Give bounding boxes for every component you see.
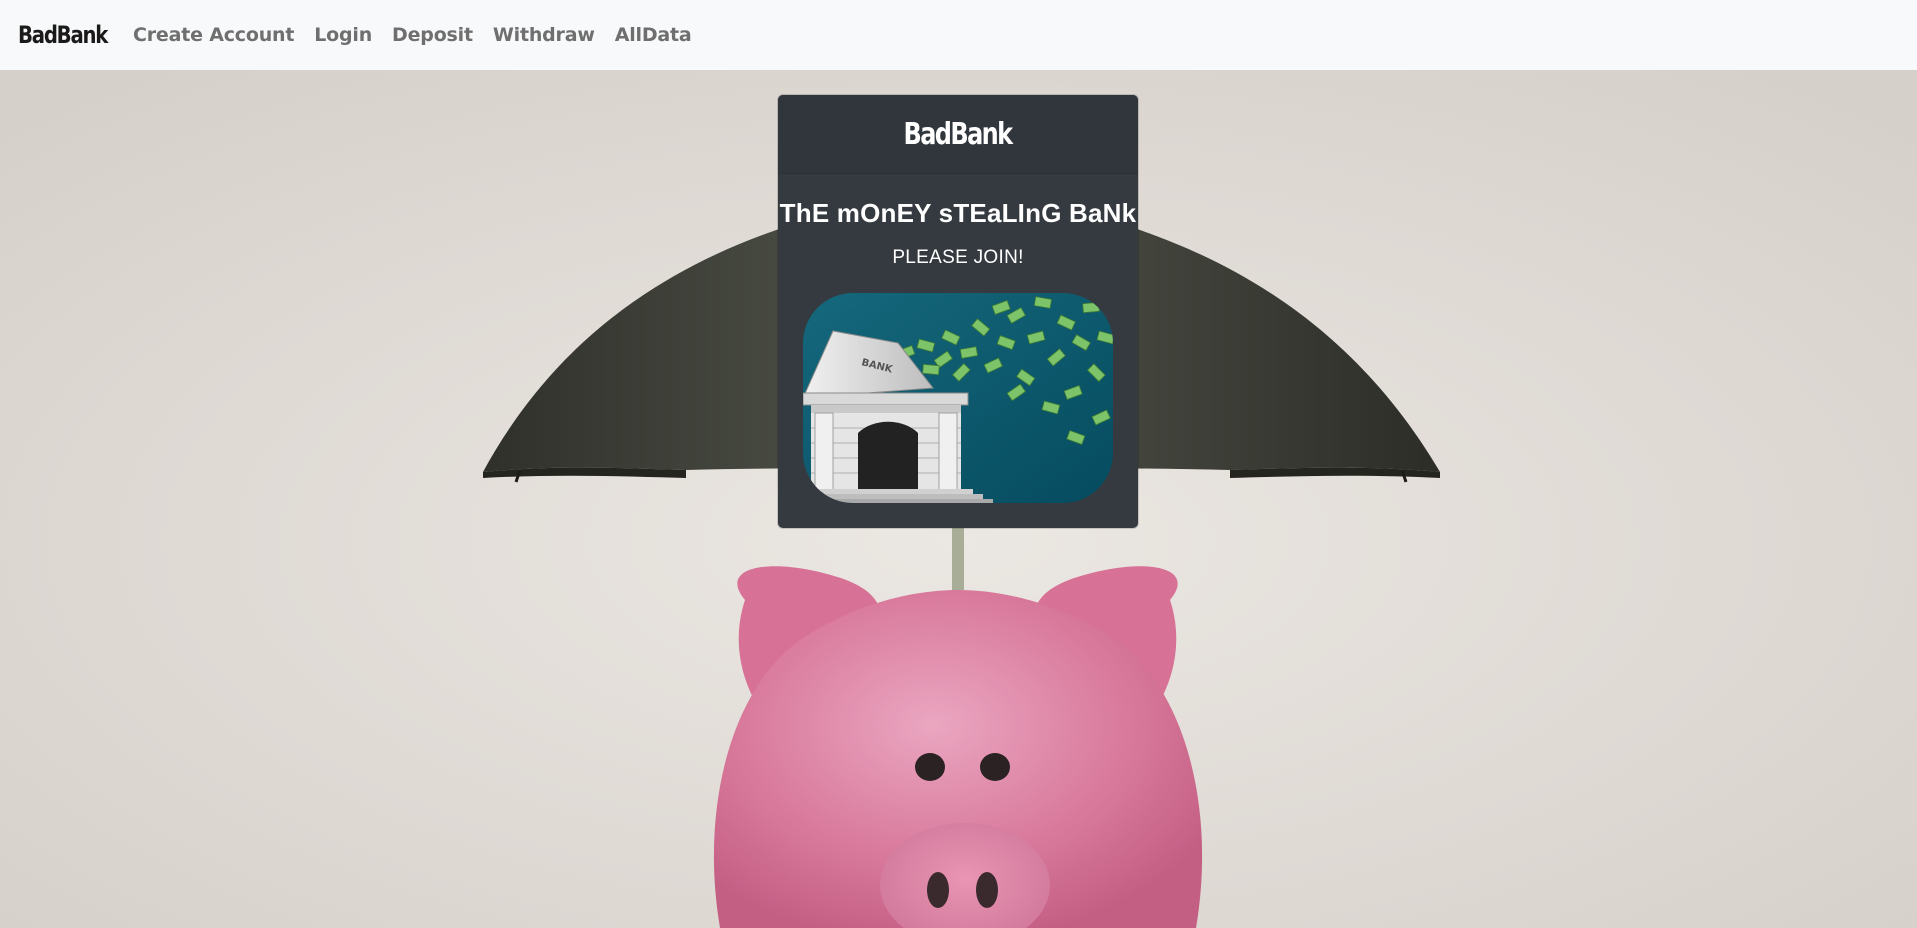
nav-link-login[interactable]: Login: [314, 24, 372, 46]
nav-link-create-account[interactable]: Create Account: [133, 24, 294, 46]
card-text: PLEASE JOIN!: [892, 247, 1024, 268]
nav-list: Create Account Login Deposit Withdraw Al…: [133, 24, 712, 46]
bank-money-icon: BANK: [803, 293, 1113, 503]
card-header-title: BadBank: [903, 116, 1014, 152]
welcome-card: BadBank ThE mOnEY sTEaLInG BaNk PLEASE J…: [778, 95, 1138, 528]
card-title: ThE mOnEY sTEaLInG BaNk: [779, 198, 1137, 228]
bank-image: BANK: [803, 293, 1113, 503]
card-header: BadBank: [778, 95, 1138, 174]
navbar-brand[interactable]: BadBank: [18, 21, 108, 49]
nav-link-withdraw[interactable]: Withdraw: [493, 24, 595, 46]
nav-link-deposit[interactable]: Deposit: [392, 24, 473, 46]
card-body: ThE mOnEY sTEaLInG BaNk PLEASE JOIN!: [778, 198, 1138, 269]
nav-link-alldata[interactable]: AllData: [615, 24, 692, 46]
navbar: BadBank Create Account Login Deposit Wit…: [0, 0, 1917, 70]
